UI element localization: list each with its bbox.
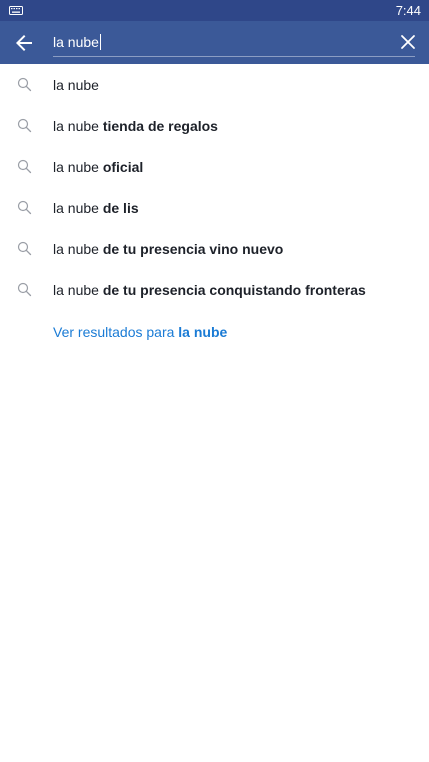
suggestion-prefix: la nube bbox=[53, 241, 99, 257]
suggestion-text: la nube de tu presencia vino nuevo bbox=[53, 240, 283, 258]
suggestion-text: la nube de lis bbox=[53, 199, 139, 217]
suggestion-completion: de tu presencia vino nuevo bbox=[102, 241, 284, 257]
status-time: 7:44 bbox=[395, 3, 421, 18]
keyboard-icon bbox=[9, 6, 23, 15]
suggestion-prefix: la nube bbox=[53, 118, 99, 134]
suggestion-prefix: la nube bbox=[53, 77, 99, 93]
see-results-label: Ver resultados para bbox=[53, 324, 175, 340]
suggestion-completion: de tu presencia conquistando fronteras bbox=[102, 282, 366, 298]
search-icon bbox=[17, 77, 32, 92]
search-icon bbox=[17, 118, 32, 133]
suggestion-completion: tienda de regalos bbox=[102, 118, 218, 134]
suggestion-item[interactable]: la nube de tu presencia vino nuevo bbox=[0, 228, 429, 269]
arrow-left-icon[interactable] bbox=[12, 31, 36, 55]
suggestion-text: la nube tienda de regalos bbox=[53, 117, 218, 135]
suggestion-text: la nube bbox=[53, 76, 99, 94]
search-icon bbox=[17, 241, 32, 256]
search-input[interactable]: la nube bbox=[53, 31, 415, 57]
close-icon[interactable] bbox=[399, 33, 417, 51]
suggestion-item[interactable]: la nube tienda de regalos bbox=[0, 105, 429, 146]
suggestion-item[interactable]: la nube oficial bbox=[0, 146, 429, 187]
status-bar: 7:44 bbox=[0, 0, 429, 21]
search-icon bbox=[17, 282, 32, 297]
suggestion-completion: de lis bbox=[102, 200, 139, 216]
suggestion-list: la nube la nube tienda de regalos la nub… bbox=[0, 64, 429, 310]
see-results-query: la nube bbox=[178, 324, 228, 340]
search-icon bbox=[17, 159, 32, 174]
search-icon bbox=[17, 200, 32, 215]
suggestion-text: la nube de tu presencia conquistando fro… bbox=[53, 281, 366, 299]
suggestion-item[interactable]: la nube bbox=[0, 64, 429, 105]
suggestion-item[interactable]: la nube de lis bbox=[0, 187, 429, 228]
suggestion-item[interactable]: la nube de tu presencia conquistando fro… bbox=[0, 269, 429, 310]
suggestion-prefix: la nube bbox=[53, 200, 99, 216]
suggestion-prefix: la nube bbox=[53, 159, 99, 175]
see-results-link[interactable]: Ver resultados para la nube bbox=[53, 323, 227, 341]
search-query-text: la nube bbox=[53, 34, 99, 50]
text-cursor bbox=[99, 34, 101, 50]
suggestion-text: la nube oficial bbox=[53, 158, 143, 176]
search-bar: la nube bbox=[0, 21, 429, 64]
suggestion-completion: oficial bbox=[102, 159, 144, 175]
suggestion-prefix: la nube bbox=[53, 282, 99, 298]
